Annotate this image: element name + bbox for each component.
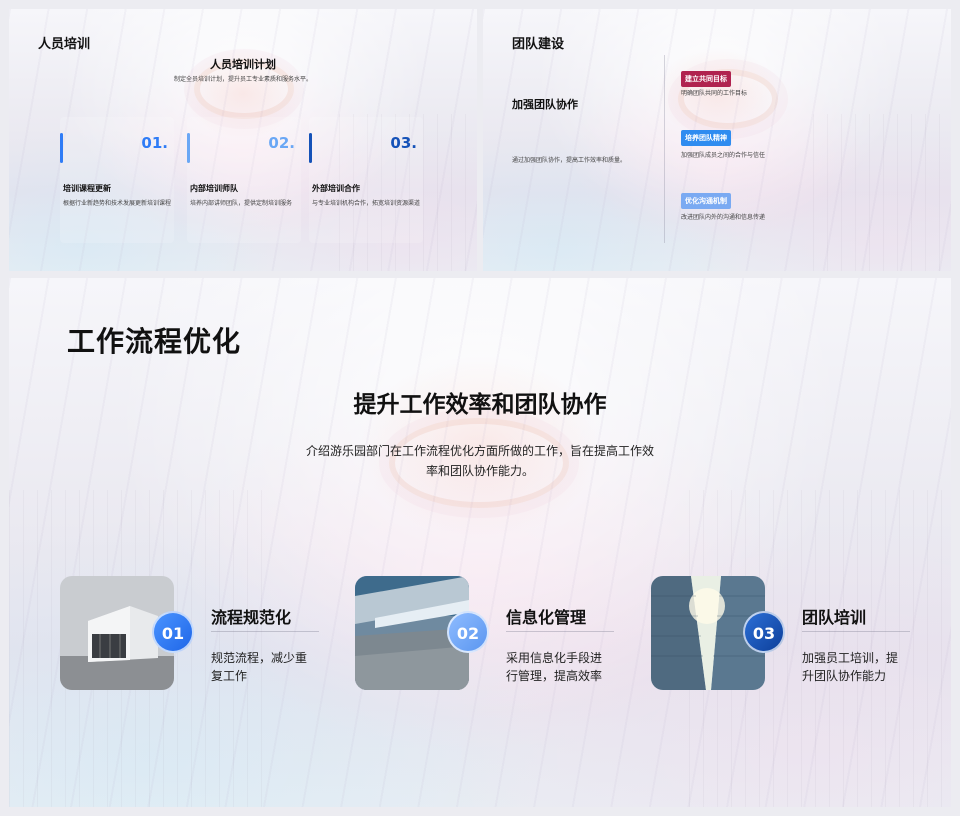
item-description: 采用信息化手段进行管理，提高效率: [506, 651, 603, 683]
tag-description: 改进团队内外的沟通和信息传递: [681, 214, 766, 221]
card-title: 外部培训合作: [312, 184, 360, 193]
step-number-badge: 03: [743, 611, 785, 653]
step-number-badge: 02: [447, 611, 489, 653]
card-accent-bar: [60, 133, 63, 163]
item-title: 信息化管理: [506, 608, 587, 627]
slide-title: 工作流程优化: [67, 325, 242, 358]
training-card-1: 01. 培训课程更新 根据行业新趋势和技术发展更新培训课程: [60, 117, 174, 243]
slide-title: 团队建设: [512, 37, 565, 52]
item-description: 加强员工培训，提升团队协作能力: [802, 651, 899, 683]
tag-common-goal: 建立共同目标: [681, 71, 731, 87]
slide-title: 人员培训: [38, 37, 91, 52]
step-number-badge: 01: [152, 611, 194, 653]
workflow-item-1: 01 流程规范化 规范流程，减少重复工作: [60, 576, 350, 694]
training-card-3: 03. 外部培训合作 与专业培训机构合作，拓宽培训资源渠道: [309, 117, 423, 243]
card-title: 内部培训师队: [190, 184, 238, 193]
card-description: 根据行业新趋势和技术发展更新培训课程: [63, 200, 172, 207]
section-heading: 人员培训计划: [210, 58, 276, 71]
slide-workflow-optimization[interactable]: 工作流程优化 提升工作效率和团队协作 介绍游乐园部门在工作流程优化方面所做的工作…: [9, 278, 951, 807]
section-description: 通过加强团队协作，提高工作效率和质量。: [512, 157, 627, 164]
section-subheading: 制定全员培训计划，提升员工专业素质和服务水平。: [173, 76, 312, 83]
tag-team-spirit: 培养团队精神: [681, 130, 731, 146]
workflow-item-3: 03 团队培训 加强员工培训，提升团队协作能力: [651, 576, 941, 694]
slide-staff-training[interactable]: 人员培训 人员培训计划 制定全员培训计划，提升员工专业素质和服务水平。 01. …: [9, 9, 477, 271]
card-title: 培训课程更新: [63, 184, 111, 193]
item-description: 规范流程，减少重复工作: [211, 651, 308, 683]
tag-communication: 优化沟通机制: [681, 193, 731, 209]
card-number: 03.: [390, 134, 417, 152]
item-underline: [802, 631, 910, 632]
card-description: 培养内部讲师团队，提供定制培训服务: [190, 200, 293, 207]
card-number: 01.: [141, 134, 168, 152]
item-underline: [506, 631, 614, 632]
item-underline: [211, 631, 319, 632]
tag-description: 明确团队共同的工作目标: [681, 90, 748, 97]
training-card-2: 02. 内部培训师队 培养内部讲师团队，提供定制培训服务: [187, 117, 301, 243]
card-accent-bar: [309, 133, 312, 163]
card-description: 与专业培训机构合作，拓宽培训资源渠道: [312, 200, 421, 207]
vertical-divider: [664, 55, 665, 243]
section-heading: 提升工作效率和团队协作: [353, 392, 607, 418]
card-accent-bar: [187, 133, 190, 163]
slide-team-building[interactable]: 团队建设 加强团队协作 通过加强团队协作，提高工作效率和质量。 建立共同目标 明…: [483, 9, 951, 271]
section-heading: 加强团队协作: [512, 98, 578, 111]
section-intro: 介绍游乐园部门在工作流程优化方面所做的工作，旨在提高工作效率和团队协作能力。: [305, 444, 654, 478]
tag-description: 加强团队成员之间的合作与信任: [681, 152, 766, 159]
trees-background: [813, 113, 951, 271]
card-number: 02.: [268, 134, 295, 152]
workflow-item-2: 02 信息化管理 采用信息化手段进行管理，提高效率: [355, 576, 645, 694]
item-title: 流程规范化: [211, 608, 292, 627]
item-title: 团队培训: [802, 608, 867, 627]
